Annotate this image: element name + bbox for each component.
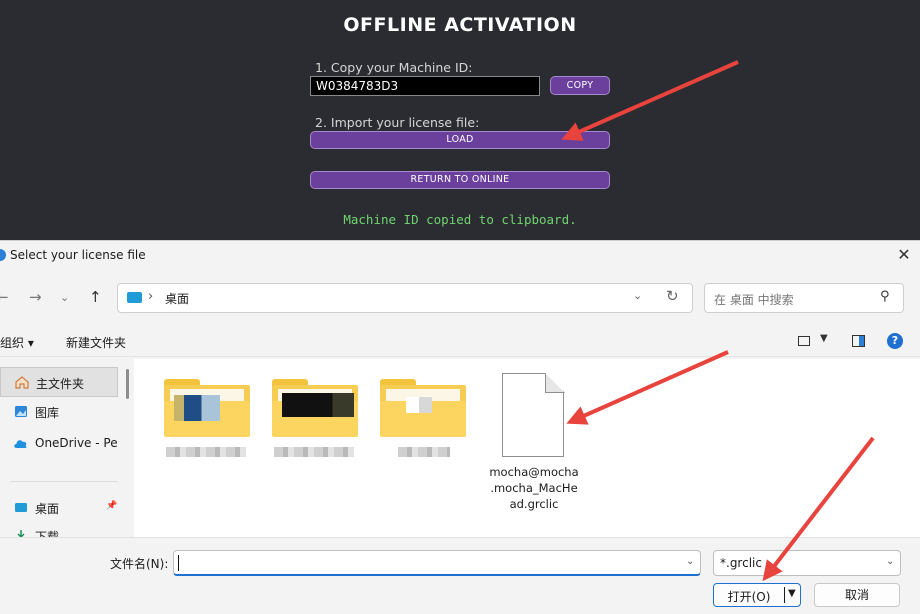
breadcrumb-separator-icon[interactable]: ›: [148, 289, 153, 304]
address-location[interactable]: 桌面: [165, 290, 189, 307]
open-button[interactable]: 打开(O) ▼: [713, 583, 801, 607]
thumbnail: [174, 395, 220, 421]
search-icon[interactable]: ⚲: [880, 289, 890, 304]
gallery-icon: [15, 406, 27, 417]
sidebar-item-home[interactable]: 主文件夹: [0, 367, 118, 397]
organize-button[interactable]: 组织 ▾: [0, 334, 34, 351]
return-to-online-button[interactable]: RETURN TO ONLINE: [310, 171, 610, 189]
cancel-button[interactable]: 取消: [814, 583, 900, 607]
file-list: mocha@mocha .mocha_MacHe ad.grclic: [134, 359, 920, 537]
step1-label: 1. Copy your Machine ID:: [315, 60, 473, 75]
open-label: 打开(O): [727, 590, 771, 604]
file-icon-fold: [545, 373, 565, 393]
navigation-pane: 主文件夹 图库 OneDrive - Per 桌面 📌 下载: [0, 359, 134, 537]
thumbnail: [406, 397, 432, 413]
filetype-select[interactable]: *.grclic ⌄: [713, 550, 901, 576]
load-button[interactable]: LOAD: [310, 131, 610, 149]
new-folder-button[interactable]: 新建文件夹: [66, 334, 126, 351]
chevron-down-icon[interactable]: ▼: [820, 333, 828, 344]
view-options-icon[interactable]: [798, 336, 810, 346]
desktop-icon: [127, 292, 142, 303]
split-divider: [784, 587, 785, 603]
folder-item[interactable]: [164, 379, 250, 437]
sidebar-item-gallery[interactable]: 图库: [0, 397, 118, 427]
pin-icon[interactable]: 📌: [106, 501, 117, 511]
file-name[interactable]: mocha@mocha .mocha_MacHe ad.grclic: [484, 464, 584, 512]
address-bar[interactable]: › 桌面 ⌄ ↻: [117, 283, 693, 313]
sidebar-item-label: 主文件夹: [36, 377, 85, 391]
up-arrow-icon[interactable]: ↑: [89, 288, 102, 306]
dialog-title: Select your license file: [10, 248, 146, 262]
dialog-footer: 文件名(N): ⌄ *.grclic ⌄ 打开(O) ▼ 取消: [0, 537, 920, 614]
arrow-annotation: [561, 60, 739, 141]
folder-item[interactable]: [380, 379, 466, 437]
status-message: Machine ID copied to clipboard.: [343, 212, 577, 227]
activation-title: OFFLINE ACTIVATION: [343, 14, 577, 36]
preview-pane-icon[interactable]: [852, 335, 865, 347]
step2-label: 2. Import your license file:: [315, 115, 480, 130]
copy-button[interactable]: COPY: [550, 76, 610, 95]
filename-label: 文件名(N):: [110, 557, 169, 571]
thumbnail: [282, 393, 354, 417]
sidebar-divider: [10, 481, 118, 482]
sidebar-item-downloads[interactable]: 下载: [0, 521, 118, 537]
chevron-down-icon[interactable]: ⌄: [686, 556, 694, 567]
filetype-value: *.grclic: [720, 556, 762, 570]
text-cursor: [178, 555, 179, 571]
file-label: [274, 447, 354, 457]
cloud-icon: [14, 440, 27, 448]
machine-id-field[interactable]: W0384783D3: [310, 76, 540, 96]
home-icon: [15, 376, 29, 389]
search-input[interactable]: 在 桌面 中搜索 ⚲: [704, 283, 904, 313]
refresh-icon[interactable]: ↻: [666, 287, 679, 305]
sidebar-item-label: 图库: [35, 406, 60, 420]
desktop-icon: [15, 503, 27, 512]
command-bar: 组织 ▾ 新建文件夹 ▼ ?: [0, 325, 920, 357]
sidebar-item-desktop[interactable]: 桌面 📌: [0, 493, 118, 523]
recent-locations-icon[interactable]: ⌄: [60, 291, 69, 304]
filename-input[interactable]: ⌄: [173, 550, 701, 576]
app-icon: [0, 249, 6, 261]
sidebar-item-label: 桌面: [35, 502, 60, 516]
search-placeholder: 在 桌面 中搜索: [714, 293, 794, 307]
chevron-down-icon[interactable]: ⌄: [886, 556, 894, 567]
close-icon[interactable]: ✕: [894, 245, 914, 265]
file-label: [166, 447, 246, 457]
download-icon: [17, 530, 25, 537]
chevron-down-icon[interactable]: ▼: [788, 588, 796, 599]
sidebar-item-onedrive[interactable]: OneDrive - Per: [0, 429, 118, 459]
forward-arrow-icon[interactable]: →: [29, 288, 42, 306]
folder-item[interactable]: [272, 379, 358, 437]
file-dialog: Select your license file ✕ ← → ⌄ ↑ › 桌面 …: [0, 240, 920, 614]
file-label: [398, 447, 450, 457]
sidebar-scrollbar[interactable]: [126, 369, 129, 399]
help-icon[interactable]: ?: [887, 333, 903, 349]
sidebar-item-label: 下载: [35, 530, 60, 537]
back-arrow-icon[interactable]: ←: [0, 288, 9, 306]
sidebar-item-label: OneDrive - Per: [35, 436, 117, 450]
chevron-down-icon[interactable]: ⌄: [633, 289, 642, 302]
